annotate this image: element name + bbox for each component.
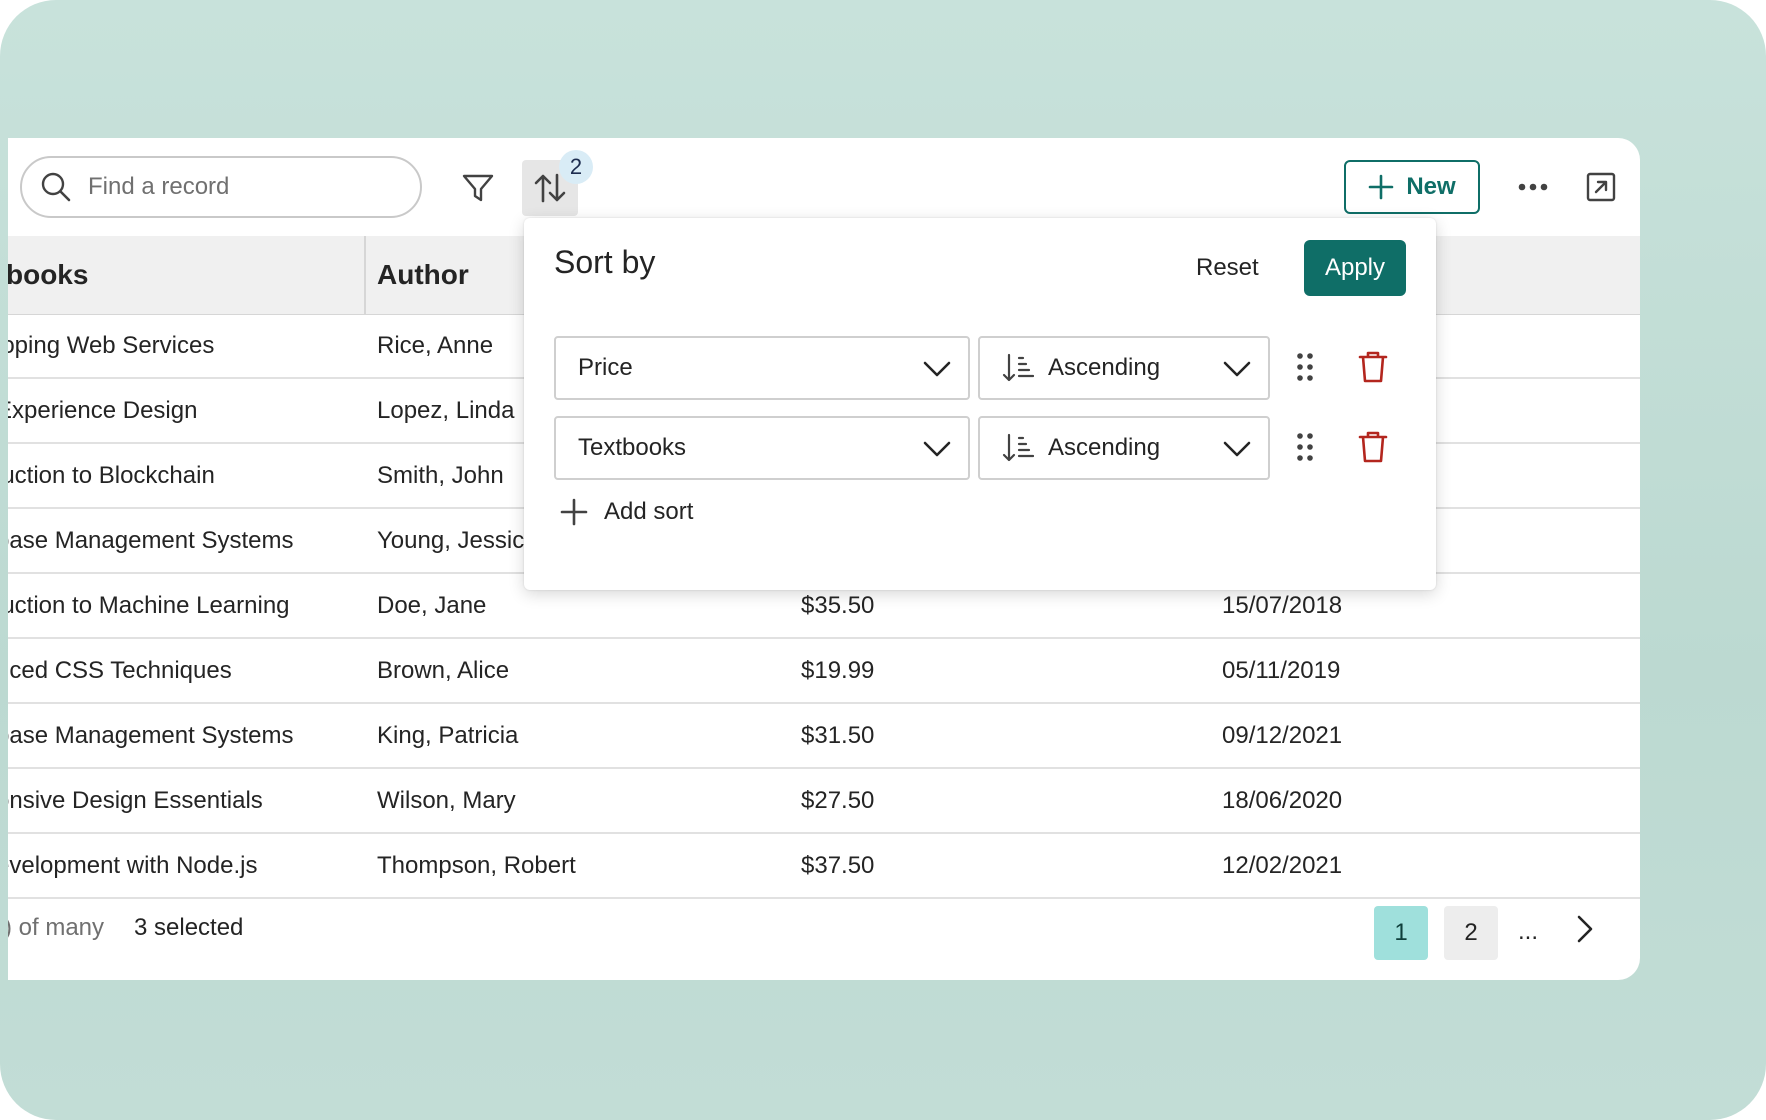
cell-date: 05/11/2019 bbox=[1222, 656, 1341, 684]
search-box[interactable] bbox=[20, 156, 422, 218]
chevron-down-icon bbox=[923, 361, 951, 377]
more-options-button[interactable] bbox=[1508, 164, 1558, 210]
sort-direction-select[interactable]: Ascending bbox=[978, 416, 1270, 480]
sort-rule-row: Price Ascending bbox=[554, 336, 1404, 400]
open-external-icon bbox=[1586, 172, 1616, 202]
sort-ascending-icon bbox=[1002, 433, 1034, 462]
column-resize-handle[interactable] bbox=[364, 236, 366, 314]
chevron-right-icon bbox=[1577, 915, 1593, 943]
chevron-down-icon bbox=[1223, 441, 1251, 457]
cell-title: base Management Systems bbox=[8, 526, 294, 554]
sort-field-select[interactable]: Textbooks bbox=[554, 416, 970, 480]
page-ellipsis: ... bbox=[1518, 918, 1539, 945]
cell-title: onsive Design Essentials bbox=[8, 786, 263, 814]
add-sort-label: Add sort bbox=[604, 498, 694, 525]
page-button-1[interactable]: 1 bbox=[1374, 906, 1428, 960]
cell-author: Wilson, Mary bbox=[377, 786, 516, 814]
plus-icon bbox=[560, 498, 588, 526]
sort-direction-value: Ascending bbox=[1048, 434, 1161, 461]
table-row[interactable]: nced CSS Techniques Brown, Alice $19.99 … bbox=[8, 639, 1640, 704]
cell-author: Rice, Anne bbox=[377, 331, 494, 359]
filter-button[interactable] bbox=[456, 166, 500, 210]
column-header-title[interactable]: books bbox=[8, 236, 88, 314]
table-footer: ) of many 3 selected 1 2 ... bbox=[8, 878, 1640, 980]
cell-author: Lopez, Linda bbox=[377, 396, 515, 424]
sort-direction-select[interactable]: Ascending bbox=[978, 336, 1270, 400]
chevron-down-icon bbox=[1223, 361, 1251, 377]
more-horizontal-icon bbox=[1518, 183, 1548, 191]
cell-author: King, Patricia bbox=[377, 721, 519, 749]
sort-popover: Sort by Reset Apply Price Ascending Text… bbox=[524, 218, 1436, 590]
reset-button[interactable]: Reset bbox=[1196, 254, 1259, 282]
cell-price: $19.99 bbox=[801, 656, 875, 684]
cell-author: Young, Jessic bbox=[377, 526, 525, 554]
record-count: ) of many bbox=[8, 914, 105, 941]
sort-popover-title: Sort by bbox=[554, 244, 656, 280]
cell-date: 18/06/2020 bbox=[1222, 786, 1343, 814]
add-sort-button[interactable]: Add sort bbox=[560, 498, 693, 526]
cell-price: $31.50 bbox=[801, 721, 875, 749]
app-backdrop: 2 New books Author lop bbox=[0, 0, 1766, 1120]
table-row[interactable]: onsive Design Essentials Wilson, Mary $2… bbox=[8, 769, 1640, 834]
cell-author: Smith, John bbox=[377, 461, 504, 489]
page-button-2[interactable]: 2 bbox=[1444, 906, 1498, 960]
sort-field-value: Textbooks bbox=[578, 434, 687, 461]
new-button-label: New bbox=[1406, 173, 1456, 200]
selection-count: 3 selected bbox=[134, 914, 244, 941]
pop-out-button[interactable] bbox=[1578, 164, 1624, 210]
cell-title: base Management Systems bbox=[8, 721, 294, 749]
next-page-button[interactable] bbox=[1574, 914, 1596, 949]
table-row[interactable]: base Management Systems King, Patricia $… bbox=[8, 704, 1640, 769]
sort-ascending-icon bbox=[1002, 353, 1034, 382]
chevron-down-icon bbox=[923, 441, 951, 457]
search-icon bbox=[41, 172, 71, 202]
plus-icon bbox=[1369, 174, 1394, 200]
sort-rule-row: Textbooks Ascending bbox=[554, 416, 1404, 480]
drag-handle-icon[interactable] bbox=[1296, 352, 1314, 382]
new-record-button[interactable]: New bbox=[1344, 160, 1480, 214]
cell-title: luction to Blockchain bbox=[8, 461, 215, 489]
cell-author: Brown, Alice bbox=[377, 656, 510, 684]
filter-icon bbox=[462, 174, 494, 202]
cell-author: Doe, Jane bbox=[377, 591, 487, 619]
sort-field-value: Price bbox=[578, 354, 633, 381]
cell-price: $27.50 bbox=[801, 786, 875, 814]
delete-icon[interactable] bbox=[1358, 430, 1388, 464]
sort-direction-value: Ascending bbox=[1048, 354, 1161, 381]
cell-title: luction to Machine Learning bbox=[8, 591, 290, 619]
drag-handle-icon[interactable] bbox=[1296, 432, 1314, 462]
apply-button[interactable]: Apply bbox=[1304, 240, 1406, 296]
sort-field-select[interactable]: Price bbox=[554, 336, 970, 400]
delete-icon[interactable] bbox=[1358, 350, 1388, 384]
cell-title: loping Web Services bbox=[8, 331, 215, 359]
cell-date: 09/12/2021 bbox=[1222, 721, 1343, 749]
cell-title: nced CSS Techniques bbox=[8, 656, 232, 684]
sort-count-badge: 2 bbox=[559, 150, 593, 184]
cell-title: Experience Design bbox=[8, 396, 198, 424]
search-input[interactable] bbox=[86, 172, 390, 202]
column-header-author[interactable]: Author bbox=[377, 236, 469, 314]
